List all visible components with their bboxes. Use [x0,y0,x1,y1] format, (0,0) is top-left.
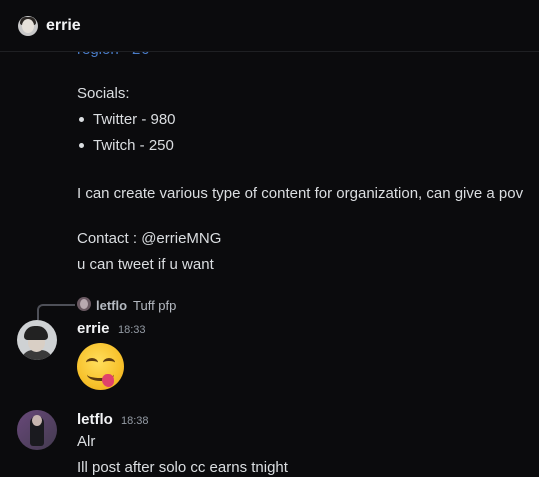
reply-preview[interactable]: Tuff pfp [133,298,176,313]
message-author[interactable]: errie [77,320,110,337]
emoji-eye [103,358,115,367]
message-timestamp: 18:38 [121,415,149,427]
emoji-tongue [102,374,114,387]
avatar-face [32,415,42,426]
reply-connector [37,304,75,320]
bullet-icon [79,143,84,148]
reply-avatar[interactable] [77,297,91,311]
message-author[interactable]: letflo [77,411,113,428]
yum-emoji-icon [77,343,124,390]
message-text: u can tweet if u want [77,256,214,273]
avatar[interactable] [17,410,57,450]
message-timestamp: 18:33 [118,324,146,336]
message-text: Contact : @errieMNG [77,230,222,247]
emoji-eye [86,358,98,367]
message-text: Alr [77,433,96,450]
socials-label: Socials: [77,85,130,102]
message-text: Ill post after solo cc earns tnight [77,459,288,476]
reply-author[interactable]: letflo [96,298,127,313]
user-avatar[interactable] [18,15,38,36]
avatar[interactable] [17,320,57,360]
dm-title[interactable]: errie [46,17,81,35]
list-item: Twitch - 250 [93,137,174,154]
message-text: I can create various type of content for… [77,185,524,202]
avatar-hair [24,326,48,340]
list-item: Twitter - 980 [93,111,176,128]
channel-header: errie [0,0,539,52]
avatar-face [22,18,34,33]
bullet-icon [79,117,84,122]
